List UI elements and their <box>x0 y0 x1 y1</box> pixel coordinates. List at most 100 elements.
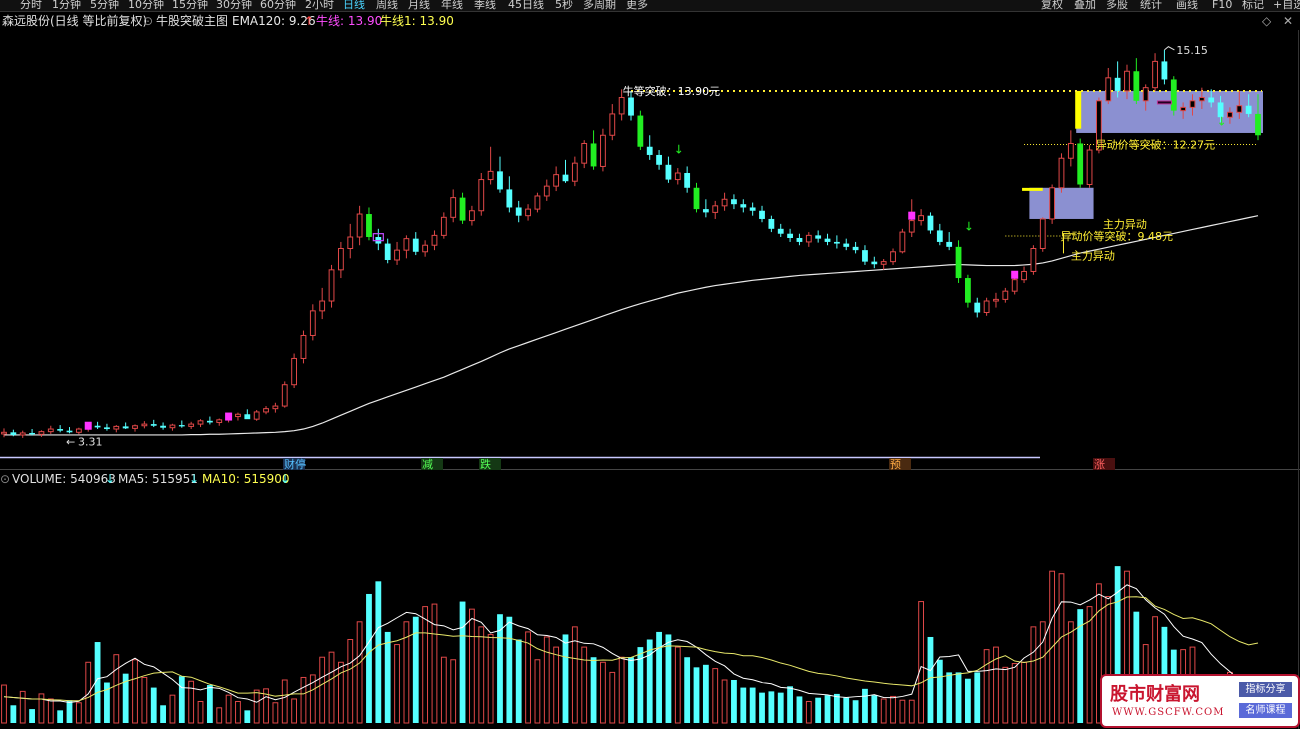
candle-body <box>506 189 513 208</box>
candle-body <box>1133 71 1140 101</box>
candle-body <box>946 241 953 247</box>
signal-marker <box>225 412 233 421</box>
volume-bar <box>478 626 485 724</box>
candle-body <box>815 235 822 239</box>
candle-body <box>1049 187 1056 220</box>
signal-marker <box>908 211 916 220</box>
candle-body <box>150 424 157 426</box>
candle-body <box>469 210 475 222</box>
candle-body <box>1124 70 1130 92</box>
candle-body <box>10 432 17 435</box>
candle-body <box>1039 218 1046 249</box>
candle-body <box>450 197 457 218</box>
candle-body <box>1161 61 1168 80</box>
volume-bar <box>225 694 232 724</box>
volume-bar <box>1021 661 1027 724</box>
volume-bar <box>927 636 934 723</box>
candle-body <box>104 427 110 430</box>
volume-bar <box>515 639 522 723</box>
yidong-breakout-label-2: 异动价等突破：9.48元 <box>1060 229 1173 243</box>
volume-bar <box>169 694 176 724</box>
candle-body <box>768 218 775 229</box>
candle-body <box>993 298 999 302</box>
candle-body <box>805 234 812 243</box>
volume-bar <box>815 697 822 723</box>
candle-body <box>235 413 241 418</box>
volume-bar <box>113 654 120 724</box>
down-arrow-icon: ↓ <box>1217 114 1227 128</box>
logo-main-text: 股市财富网 <box>1110 684 1200 705</box>
volume-bar <box>918 601 925 724</box>
candle-body <box>132 425 138 429</box>
candle-body <box>459 197 466 221</box>
volume-bar <box>281 679 288 724</box>
volume-bar <box>459 601 466 723</box>
candle-body <box>1011 279 1018 292</box>
candle-body <box>1142 87 1149 102</box>
volume-bar <box>721 679 728 724</box>
candle-body <box>337 248 344 271</box>
candle-body <box>1021 270 1027 281</box>
event-marker-label: 财停 <box>284 457 306 471</box>
event-marker-label: 跌 <box>480 457 491 471</box>
volume-bar <box>506 616 513 723</box>
volume-bar <box>908 699 915 724</box>
candle-body <box>1227 111 1233 118</box>
volume-bar <box>375 581 382 723</box>
breakout-box-upper <box>1076 90 1263 133</box>
candle-body <box>674 172 681 181</box>
volume-bar <box>216 707 223 724</box>
candle-body <box>983 300 990 314</box>
candle-body <box>618 97 625 115</box>
volume-bar <box>47 698 54 724</box>
candle-body <box>684 173 691 188</box>
volume-bar <box>57 710 64 723</box>
candle-body <box>843 243 850 247</box>
high-pointer <box>1164 46 1175 51</box>
volume-bar <box>235 700 241 724</box>
logo-url-text: WWW.GSCFW.COM <box>1112 707 1225 718</box>
volume-bar <box>85 661 92 724</box>
candle-body <box>656 154 662 165</box>
candle-body <box>646 146 653 155</box>
candle-body <box>1245 105 1252 114</box>
candle-body <box>412 238 419 252</box>
candle-body <box>964 278 971 303</box>
candle-body <box>581 142 588 164</box>
niu-breakout-label: 牛等突破：13.90元 <box>623 84 721 98</box>
volume-bar <box>749 687 756 723</box>
candle-body <box>309 310 316 336</box>
candle-body <box>366 214 372 238</box>
volume-bar <box>964 678 971 723</box>
volume-bar <box>132 659 138 724</box>
candle-body <box>721 198 728 207</box>
down-arrow-icon: ↓ <box>964 219 974 233</box>
volume-bar <box>337 661 344 724</box>
candle-body <box>1 431 7 435</box>
volume-bar <box>1058 573 1065 724</box>
candle-body <box>281 384 288 407</box>
candle-body <box>487 170 494 181</box>
candle-body <box>628 97 634 116</box>
volume-bar <box>693 667 700 723</box>
candle-body <box>29 432 35 435</box>
candle-body <box>777 228 784 234</box>
volume-bar <box>581 646 588 724</box>
volume-bar <box>787 686 793 723</box>
candle-body <box>1086 149 1093 185</box>
candle-body <box>1105 77 1112 102</box>
candle-body <box>693 187 700 210</box>
volume-bar <box>29 709 35 723</box>
low-price-label: 3.31 <box>78 436 103 449</box>
candle-body <box>918 215 925 222</box>
candle-body <box>590 143 597 167</box>
volume-bar <box>366 593 372 723</box>
volume-bar <box>871 695 878 723</box>
kline-chart[interactable]: ↓ ↓ ↓ 牛等突破：13.90元异动价等突破：12.27元异动价等突破：9.48元主… <box>0 0 1300 729</box>
volume-bar <box>197 700 204 724</box>
volume-bar <box>646 639 653 723</box>
volume-bar <box>150 687 157 723</box>
event-marker-label: 减 <box>422 458 433 471</box>
candle-body <box>824 238 831 242</box>
volume-bar <box>759 692 765 723</box>
